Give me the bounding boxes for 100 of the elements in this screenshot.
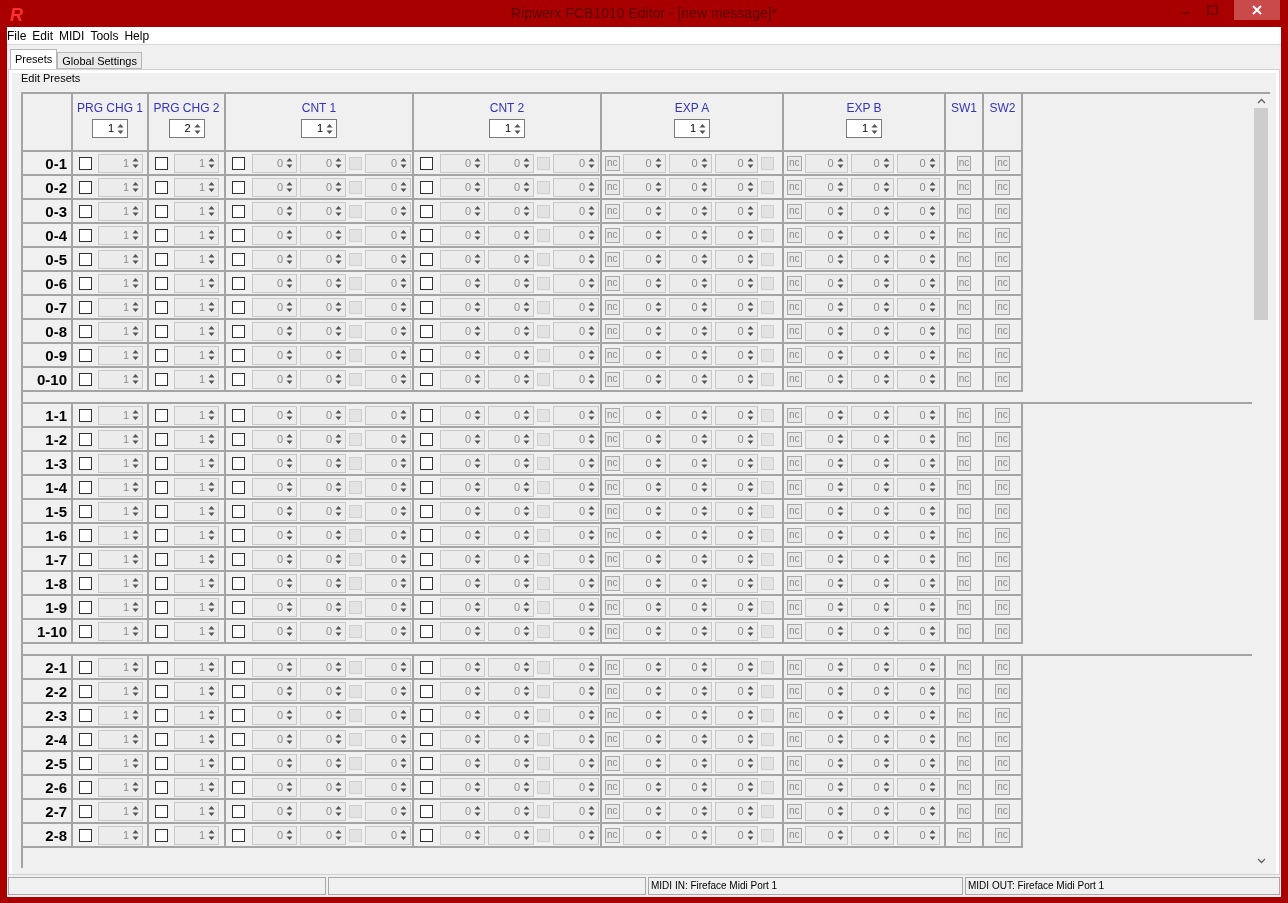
number-spinner[interactable]: 0 — [440, 681, 485, 701]
spin-arrows-icon[interactable] — [473, 732, 482, 746]
number-spinner[interactable]: 0 — [488, 153, 534, 173]
spin-arrows-icon[interactable] — [745, 372, 755, 386]
checkbox[interactable] — [232, 432, 245, 446]
number-spinner[interactable]: 0 — [668, 705, 712, 725]
number-spinner[interactable]: 0 — [668, 249, 712, 269]
number-spinner[interactable]: 0 — [714, 525, 758, 545]
number-spinner[interactable]: 0 — [896, 345, 940, 365]
spin-arrows-icon[interactable] — [653, 708, 663, 722]
number-spinner[interactable]: 0 — [440, 477, 485, 497]
checkbox[interactable] — [420, 348, 433, 362]
spin-arrows-icon[interactable] — [699, 252, 709, 266]
number-spinner[interactable]: 1 — [98, 201, 143, 221]
nc-button[interactable]: nc — [787, 527, 802, 543]
checkbox[interactable] — [155, 180, 168, 194]
number-spinner[interactable]: 0 — [896, 429, 940, 449]
spin-arrows-icon[interactable] — [285, 624, 294, 638]
spin-arrows-icon[interactable] — [699, 732, 709, 746]
number-spinner[interactable]: 0 — [714, 201, 758, 221]
number-spinner[interactable]: 0 — [553, 177, 599, 197]
number-spinner[interactable]: 1 — [174, 729, 219, 749]
number-spinner[interactable]: 0 — [850, 201, 894, 221]
number-spinner[interactable]: 0 — [252, 597, 297, 617]
checkbox[interactable] — [420, 372, 433, 386]
spin-arrows-icon[interactable] — [399, 828, 408, 842]
spin-arrows-icon[interactable] — [881, 576, 891, 590]
nc-button[interactable]: nc — [787, 827, 802, 843]
number-spinner[interactable]: 1 — [98, 621, 143, 641]
number-spinner[interactable]: 0 — [850, 405, 894, 425]
spin-arrows-icon[interactable] — [745, 684, 755, 698]
nc-button[interactable]: nc — [605, 323, 620, 339]
number-spinner[interactable]: 0 — [896, 201, 940, 221]
number-spinner[interactable]: 0 — [300, 621, 346, 641]
nc-button[interactable]: nc — [787, 803, 802, 819]
checkbox[interactable] — [420, 708, 433, 722]
nc-button[interactable]: nc — [995, 755, 1010, 771]
spin-arrows-icon[interactable] — [334, 756, 343, 770]
spin-arrows-icon[interactable] — [699, 552, 709, 566]
number-spinner[interactable]: 0 — [365, 801, 411, 821]
number-spinner[interactable]: 1 — [174, 825, 219, 845]
spin-arrows-icon[interactable] — [207, 300, 216, 314]
spin-arrows-icon[interactable] — [881, 156, 891, 170]
spin-arrows-icon[interactable] — [522, 456, 531, 470]
spin-arrows-icon[interactable] — [522, 780, 531, 794]
number-spinner[interactable]: 0 — [300, 405, 346, 425]
nc-button[interactable]: nc — [956, 227, 972, 243]
spin-arrows-icon[interactable] — [587, 252, 596, 266]
spin-arrows-icon[interactable] — [334, 600, 343, 614]
checkbox[interactable] — [232, 624, 245, 638]
number-spinner[interactable]: 0 — [553, 345, 599, 365]
nc-button[interactable]: nc — [787, 347, 802, 363]
number-spinner[interactable]: 1 — [174, 249, 219, 269]
spin-arrows-icon[interactable] — [399, 348, 408, 362]
spin-arrows-icon[interactable] — [207, 780, 216, 794]
spin-arrows-icon[interactable] — [207, 408, 216, 422]
spin-arrows-icon[interactable] — [835, 408, 845, 422]
spin-arrows-icon[interactable] — [334, 432, 343, 446]
checkbox[interactable] — [232, 156, 245, 170]
nc-button[interactable]: nc — [995, 779, 1010, 795]
nc-button[interactable]: nc — [995, 527, 1010, 543]
nc-button[interactable]: nc — [787, 275, 802, 291]
spin-arrows-icon[interactable] — [522, 300, 531, 314]
checkbox[interactable] — [155, 780, 168, 794]
nc-button[interactable]: nc — [995, 803, 1010, 819]
spin-arrows-icon[interactable] — [745, 828, 755, 842]
number-spinner[interactable]: 1 — [98, 705, 143, 725]
nc-button[interactable]: nc — [956, 659, 972, 675]
spin-arrows-icon[interactable] — [207, 204, 216, 218]
number-spinner[interactable]: 1 — [98, 657, 143, 677]
number-spinner[interactable]: 0 — [896, 525, 940, 545]
spin-arrows-icon[interactable] — [131, 372, 140, 386]
number-spinner[interactable]: 0 — [668, 225, 712, 245]
number-spinner[interactable]: 2 — [168, 119, 205, 138]
spin-arrows-icon[interactable] — [835, 504, 845, 518]
spin-arrows-icon[interactable] — [745, 204, 755, 218]
number-spinner[interactable]: 0 — [896, 501, 940, 521]
checkbox[interactable] — [155, 504, 168, 518]
spin-arrows-icon[interactable] — [207, 180, 216, 194]
nc-button[interactable]: nc — [956, 203, 972, 219]
number-spinner[interactable]: 0 — [488, 369, 534, 389]
spin-arrows-icon[interactable] — [473, 660, 482, 674]
spin-arrows-icon[interactable] — [207, 324, 216, 338]
number-spinner[interactable]: 0 — [896, 273, 940, 293]
number-spinner[interactable]: 0 — [365, 657, 411, 677]
number-spinner[interactable]: 0 — [896, 321, 940, 341]
spin-arrows-icon[interactable] — [587, 708, 596, 722]
spin-arrows-icon[interactable] — [745, 600, 755, 614]
spin-arrows-icon[interactable] — [285, 228, 294, 242]
spin-arrows-icon[interactable] — [927, 828, 937, 842]
number-spinner[interactable]: 0 — [300, 177, 346, 197]
number-spinner[interactable]: 0 — [804, 153, 848, 173]
number-spinner[interactable]: 0 — [553, 501, 599, 521]
nc-button[interactable]: nc — [956, 431, 972, 447]
spin-arrows-icon[interactable] — [131, 480, 140, 494]
number-spinner[interactable]: 0 — [365, 777, 411, 797]
spin-arrows-icon[interactable] — [881, 732, 891, 746]
nc-button[interactable]: nc — [956, 371, 972, 387]
number-spinner[interactable]: 0 — [622, 273, 666, 293]
spin-arrows-icon[interactable] — [285, 432, 294, 446]
